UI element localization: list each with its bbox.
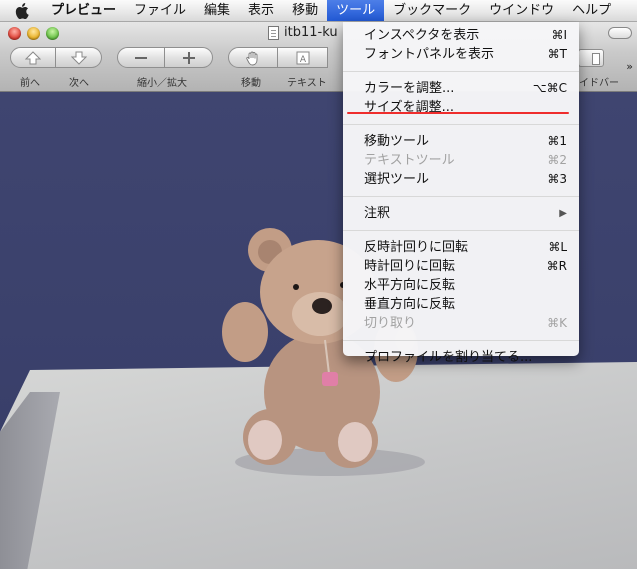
menu-item-show-inspector[interactable]: インスペクタを表示 ⌘I [343, 26, 579, 45]
minus-icon [135, 56, 147, 59]
menu-view[interactable]: 表示 [239, 0, 283, 21]
menu-item-select-tool[interactable]: 選択ツール ⌘3 [343, 170, 579, 189]
menu-item-flip-vertical[interactable]: 垂直方向に反転 [343, 295, 579, 314]
menu-item-label: フォントパネルを表示 [364, 47, 495, 62]
menu-item-shortcut: ⌘R [546, 259, 567, 273]
document-icon [268, 25, 279, 40]
menu-item-label: 垂直方向に反転 [364, 297, 456, 312]
menu-item-shortcut: ⌘K [547, 316, 567, 330]
zoom-in-button[interactable] [165, 47, 213, 68]
menu-item-label: インスペクタを表示 [364, 28, 480, 43]
menu-app-preview[interactable]: プレビュー [42, 0, 125, 21]
annotation-underline [347, 112, 569, 114]
menu-item-shortcut: ⌘3 [547, 172, 567, 186]
sidebar-label: イドバー [579, 78, 619, 89]
move-tool-button[interactable] [228, 47, 278, 68]
move-tool-label: 移動 [241, 78, 261, 89]
menu-tools[interactable]: ツール [327, 0, 385, 21]
menu-item-adjust-size[interactable]: サイズを調整... [343, 98, 579, 117]
plus-icon [182, 51, 195, 64]
menu-file[interactable]: ファイル [125, 0, 195, 21]
close-window-button[interactable] [8, 27, 21, 40]
menu-edit[interactable]: 編集 [195, 0, 239, 21]
tools-menu-dropdown: インスペクタを表示 ⌘I フォントパネルを表示 ⌘T カラーを調整... ⌥⌘C… [343, 22, 579, 365]
zoom-out-button[interactable] [117, 47, 165, 68]
menu-item-label: 時計回りに回転 [364, 259, 456, 274]
menu-item-shortcut: ⌥⌘C [532, 81, 567, 95]
window-title-text: itb11-ku [284, 25, 338, 40]
text-tool-icon: A [296, 51, 309, 65]
menu-item-shortcut: ⌘L [548, 240, 567, 254]
toolbar-toggle-button[interactable] [608, 27, 632, 39]
arrow-down-icon [70, 51, 87, 65]
toolbar-overflow-icon[interactable]: » [626, 60, 633, 73]
menu-item-label: テキストツール [364, 153, 455, 168]
menu-item-shortcut: ⌘2 [547, 153, 567, 167]
menu-item-label: カラーを調整... [364, 81, 455, 96]
next-label: 次へ [69, 78, 89, 89]
menu-item-rotate-right[interactable]: 時計回りに回転 ⌘R [343, 257, 579, 276]
menu-item-label: 移動ツール [364, 134, 430, 149]
menu-item-assign-profile[interactable]: プロファイルを割り当てる... [343, 348, 579, 367]
menu-go[interactable]: 移動 [283, 0, 327, 21]
menu-item-label: サイズを調整... [364, 100, 455, 115]
menu-bookmarks[interactable]: ブックマーク [384, 0, 480, 21]
menu-item-crop: 切り取り ⌘K [343, 314, 579, 333]
menu-item-text-tool: テキストツール ⌘2 [343, 151, 579, 170]
menu-item-adjust-color[interactable]: カラーを調整... ⌥⌘C [343, 79, 579, 98]
text-tool-button[interactable]: A [278, 47, 328, 68]
menu-separator [343, 71, 579, 72]
menu-item-label: プロファイルを割り当てる... [364, 350, 533, 365]
previous-label: 前へ [20, 78, 40, 89]
menu-item-show-font-panel[interactable]: フォントパネルを表示 ⌘T [343, 45, 579, 64]
menu-item-shortcut: ⌘1 [547, 134, 567, 148]
svg-text:A: A [299, 55, 306, 65]
minimize-window-button[interactable] [27, 27, 40, 40]
next-button[interactable] [56, 47, 102, 68]
text-tool-label: テキスト [287, 78, 327, 89]
menu-item-label: 反時計回りに回転 [364, 240, 469, 255]
menu-item-flip-horizontal[interactable]: 水平方向に反転 [343, 276, 579, 295]
previous-button[interactable] [10, 47, 56, 68]
hand-icon [246, 51, 258, 65]
window-title: itb11-ku [268, 25, 338, 40]
menu-separator [343, 230, 579, 231]
menu-item-label: 注釈 [364, 206, 391, 221]
zoom-label: 縮小／拡大 [137, 78, 187, 89]
menu-item-annotate[interactable]: 注釈 ▶ [343, 204, 579, 223]
apple-menu-icon[interactable] [10, 0, 34, 21]
menu-item-label: 選択ツール [364, 172, 430, 187]
menu-item-label: 切り取り [364, 316, 417, 331]
menu-window[interactable]: ウインドウ [480, 0, 563, 21]
menu-item-shortcut: ⌘I [551, 28, 567, 42]
sidebar-button[interactable] [578, 49, 604, 67]
menu-item-rotate-left[interactable]: 反時計回りに回転 ⌘L [343, 238, 579, 257]
menu-separator [343, 124, 579, 125]
menu-help[interactable]: ヘルプ [563, 0, 620, 21]
menu-item-shortcut: ⌘T [547, 47, 567, 61]
submenu-arrow-icon: ▶ [559, 208, 567, 219]
menu-separator [343, 196, 579, 197]
zoom-window-button[interactable] [46, 27, 59, 40]
menu-item-label: 水平方向に反転 [364, 278, 456, 293]
window-controls [8, 27, 59, 40]
menu-item-move-tool[interactable]: 移動ツール ⌘1 [343, 132, 579, 151]
menu-bar: プレビュー ファイル 編集 表示 移動 ツール ブックマーク ウインドウ ヘルプ [0, 0, 637, 22]
arrow-up-icon [25, 50, 41, 64]
menu-separator [343, 340, 579, 341]
